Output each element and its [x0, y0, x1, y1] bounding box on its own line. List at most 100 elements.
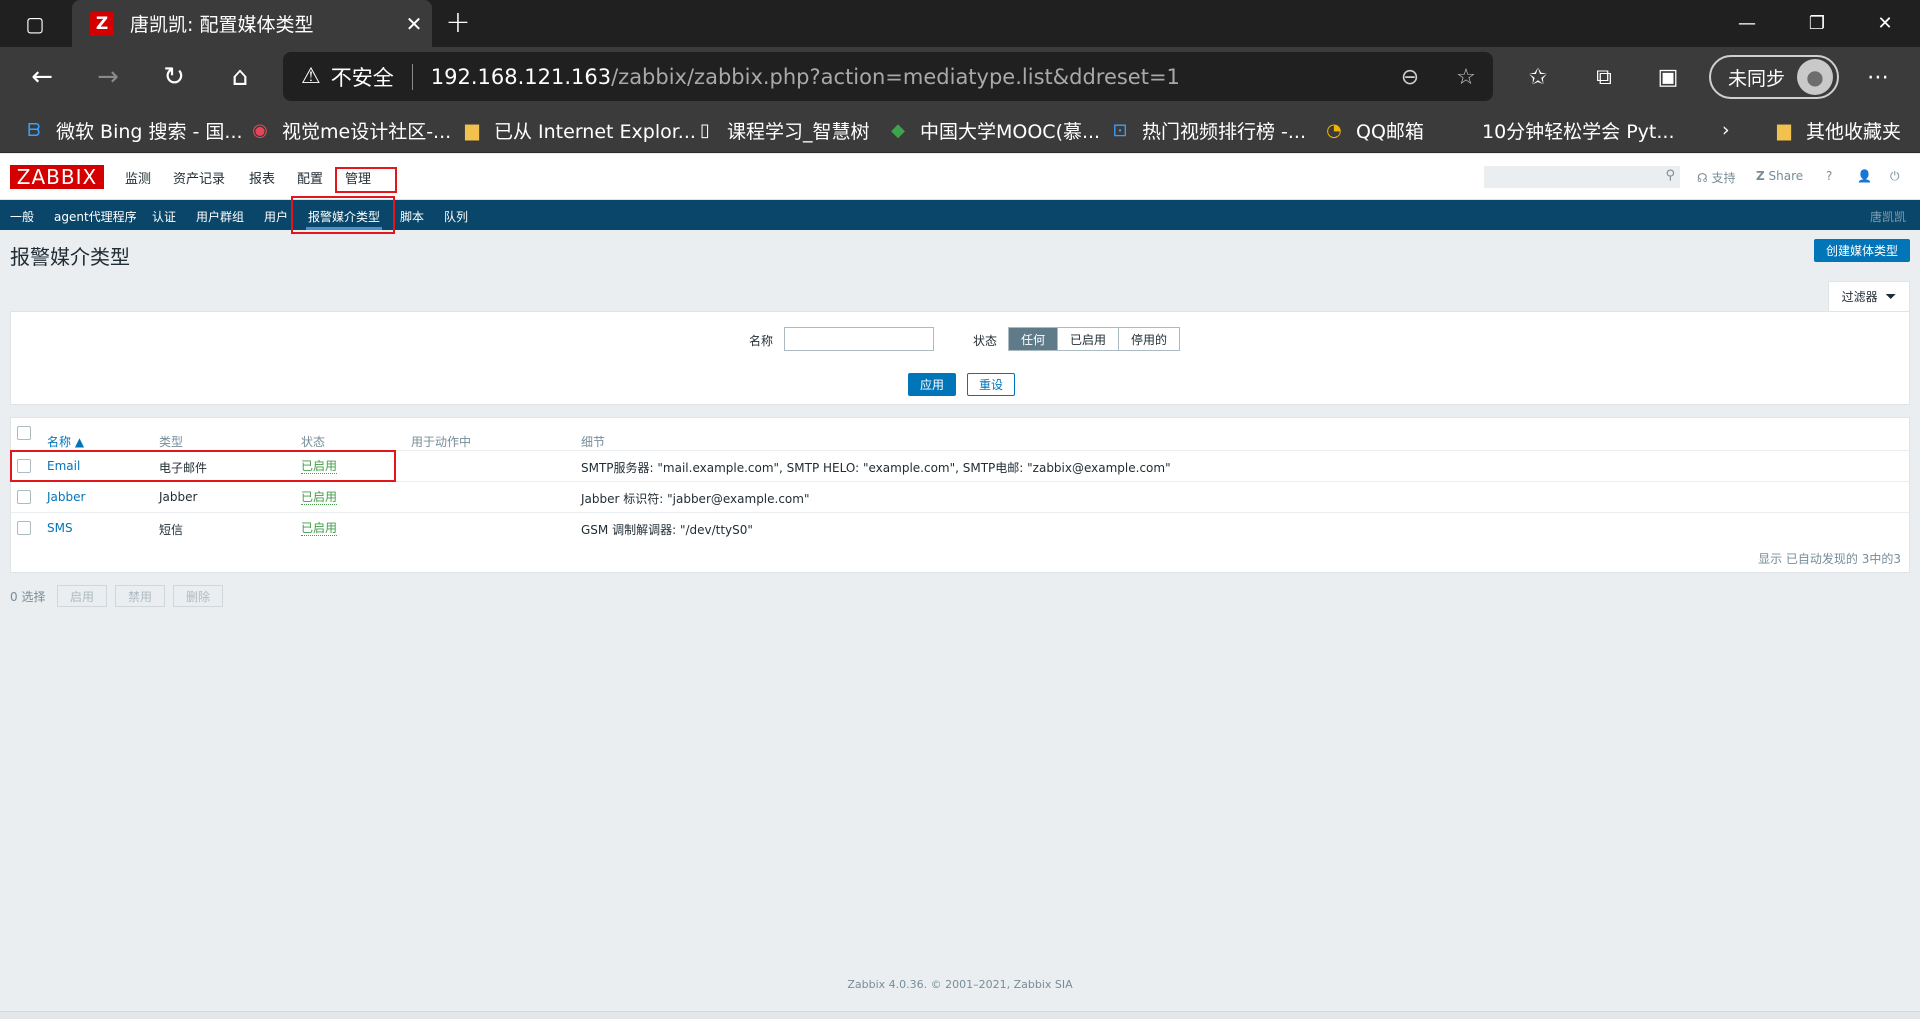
- sign-out-icon[interactable]: ⏻: [1890, 169, 1900, 184]
- add-favorite-icon[interactable]: ☆: [1446, 57, 1486, 97]
- media-type-details: GSM 调制解调器: "/dev/ttyS0": [581, 523, 753, 537]
- media-types-table: 名称 ▲ 类型 状态 用于动作中 细节 Email 电子邮件 已启用 SMTP服…: [10, 417, 1910, 573]
- url-path: /zabbix/zabbix.php?action=mediatype.list…: [611, 64, 1180, 89]
- apply-button[interactable]: 应用: [908, 373, 956, 396]
- media-type-status[interactable]: 已启用: [301, 490, 338, 505]
- media-type-status[interactable]: 已启用: [301, 521, 338, 536]
- menu-configuration[interactable]: 配置: [297, 168, 323, 187]
- share-icon: Z: [1756, 169, 1765, 183]
- menu-reports[interactable]: 报表: [249, 168, 275, 187]
- col-header-status[interactable]: 状态: [301, 433, 325, 450]
- filter-tab-label: 过滤器: [1841, 290, 1878, 304]
- minimize-icon[interactable]: —: [1712, 0, 1782, 47]
- more-menu-icon[interactable]: ⋯: [1856, 57, 1900, 97]
- home-icon[interactable]: ⌂: [218, 57, 262, 97]
- disable-button[interactable]: 禁用: [115, 585, 165, 607]
- bookmark-python[interactable]: 10分钟轻松学会 Pyt...: [1482, 116, 1675, 144]
- help-link[interactable]: ?: [1826, 169, 1832, 183]
- submenu-proxies[interactable]: agent代理程序: [54, 208, 137, 225]
- forward-arrow-icon[interactable]: →: [86, 57, 130, 97]
- status-option-any[interactable]: 任何: [1009, 328, 1058, 350]
- reset-button[interactable]: 重设: [967, 373, 1015, 396]
- highlight-box-email-row: [10, 450, 396, 482]
- bing-icon: ᗷ: [27, 119, 41, 141]
- bookmark-label: 10分钟轻松学会 Pyt...: [1482, 120, 1675, 143]
- global-search-input[interactable]: ⚲: [1484, 166, 1680, 188]
- support-link[interactable]: ☊ 支持: [1697, 169, 1736, 186]
- bookmark-qqmail[interactable]: ◔ QQ邮箱: [1322, 116, 1424, 144]
- maximize-icon[interactable]: ❐: [1782, 0, 1852, 47]
- filter-name-input[interactable]: [784, 327, 934, 351]
- close-tab-icon[interactable]: ✕: [396, 12, 432, 36]
- page-icon: ▯: [700, 119, 710, 141]
- bookmark-label: 其他收藏夹: [1806, 120, 1902, 143]
- media-type-details: Jabber 标识符: "jabber@example.com": [581, 492, 810, 506]
- create-media-type-button[interactable]: 创建媒体类型: [1814, 239, 1910, 262]
- filter-tab[interactable]: 过滤器 ⏷: [1828, 281, 1910, 311]
- submenu-users[interactable]: 用户: [264, 208, 288, 225]
- tab-actions-icon[interactable]: ▢: [16, 10, 54, 38]
- bookmarks-bar: ᗷ 微软 Bing 搜索 - 国... ◉ 视觉me设计社区-... ▆ 已从 …: [0, 106, 1920, 153]
- profile-button[interactable]: 未同步 ●: [1709, 55, 1839, 99]
- share-label: Share: [1768, 169, 1804, 183]
- window-close-icon[interactable]: ✕: [1850, 0, 1920, 47]
- screenshot-icon[interactable]: ▣: [1646, 57, 1690, 97]
- bookmark-bilibili[interactable]: ⊡ 热门视频排行榜 -...: [1108, 116, 1306, 144]
- current-user-label: 唐凯凯: [1869, 210, 1906, 224]
- status-option-disabled[interactable]: 停用的: [1118, 328, 1180, 350]
- submenu-authentication[interactable]: 认证: [152, 208, 176, 225]
- media-type-details: SMTP服务器: "mail.example.com", SMTP HELO: …: [581, 461, 1171, 475]
- filter-name-label: 名称: [749, 334, 774, 348]
- bookmarks-overflow-icon[interactable]: ›: [1722, 116, 1730, 144]
- submenu-user-groups[interactable]: 用户群组: [196, 208, 244, 225]
- bookmark-other-folder[interactable]: ▆ 其他收藏夹: [1772, 116, 1901, 144]
- zoom-out-icon[interactable]: ⊖: [1390, 57, 1430, 97]
- collections-icon[interactable]: ⧉: [1582, 57, 1626, 97]
- bookmark-label: 热门视频排行榜 -...: [1142, 120, 1307, 143]
- status-option-enabled[interactable]: 已启用: [1057, 328, 1119, 350]
- menu-inventory[interactable]: 资产记录: [173, 168, 225, 187]
- highlight-box-media-types: [291, 196, 395, 234]
- bookmark-mooc[interactable]: ◆ 中国大学MOOC(慕...: [886, 116, 1100, 144]
- submenu-scripts[interactable]: 脚本: [400, 208, 424, 225]
- col-header-details: 细节: [581, 435, 606, 449]
- row-checkbox[interactable]: [17, 490, 31, 504]
- horizontal-scrollbar[interactable]: [0, 1011, 1920, 1019]
- col-header-used-in-actions: 用于动作中: [411, 435, 472, 449]
- page-title: 报警媒介类型: [10, 245, 130, 269]
- submenu-queue[interactable]: 队列: [444, 208, 468, 225]
- row-checkbox[interactable]: [17, 521, 31, 535]
- zabbix-logo[interactable]: ZABBIX: [10, 165, 104, 189]
- bookmark-label: 视觉me设计社区-...: [282, 120, 452, 143]
- enable-button[interactable]: 启用: [57, 585, 107, 607]
- select-all-checkbox[interactable]: [17, 426, 31, 440]
- user-profile-icon[interactable]: 👤: [1857, 169, 1872, 183]
- headset-icon: ☊: [1697, 170, 1708, 185]
- bookmark-bing[interactable]: ᗷ 微软 Bing 搜索 - 国...: [22, 116, 243, 144]
- address-separator: [411, 63, 413, 90]
- share-link[interactable]: Z Share: [1756, 169, 1803, 183]
- col-header-name[interactable]: 名称 ▲: [47, 433, 84, 450]
- browser-tab[interactable]: Z 唐凯凯: 配置媒体类型 ✕: [72, 0, 432, 47]
- media-type-name-link[interactable]: Jabber: [47, 490, 85, 504]
- delete-button[interactable]: 删除: [173, 585, 223, 607]
- new-tab-icon[interactable]: +: [440, 6, 476, 42]
- menu-monitoring[interactable]: 监测: [125, 168, 151, 187]
- folder-icon: ▆: [1777, 119, 1791, 141]
- refresh-icon[interactable]: ↻: [152, 57, 196, 97]
- bookmark-zhihuishu[interactable]: ▯ 课程学习_智慧树: [693, 116, 869, 144]
- avatar-icon: ●: [1797, 59, 1833, 95]
- funnel-icon: ⏷: [1885, 288, 1897, 305]
- url-host: 192.168.121.163: [430, 64, 612, 89]
- col-header-type[interactable]: 类型: [159, 433, 183, 450]
- submenu-general[interactable]: 一般: [10, 208, 34, 225]
- support-label: 支持: [1711, 171, 1736, 185]
- media-type-name-link[interactable]: SMS: [47, 521, 73, 535]
- bookmark-shijueme[interactable]: ◉ 视觉me设计社区-...: [248, 116, 451, 144]
- address-bar[interactable]: ⚠ 不安全 192.168.121.163 /zabbix/zabbix.php…: [283, 52, 1493, 101]
- bookmark-ie-import[interactable]: ▆ 已从 Internet Explor...: [460, 116, 696, 144]
- bookmark-label: 中国大学MOOC(慕...: [920, 120, 1101, 143]
- favorites-icon[interactable]: ✩: [1516, 57, 1560, 97]
- back-arrow-icon[interactable]: ←: [20, 57, 64, 97]
- table-row: Jabber Jabber 已启用 Jabber 标识符: "jabber@ex…: [11, 481, 1909, 512]
